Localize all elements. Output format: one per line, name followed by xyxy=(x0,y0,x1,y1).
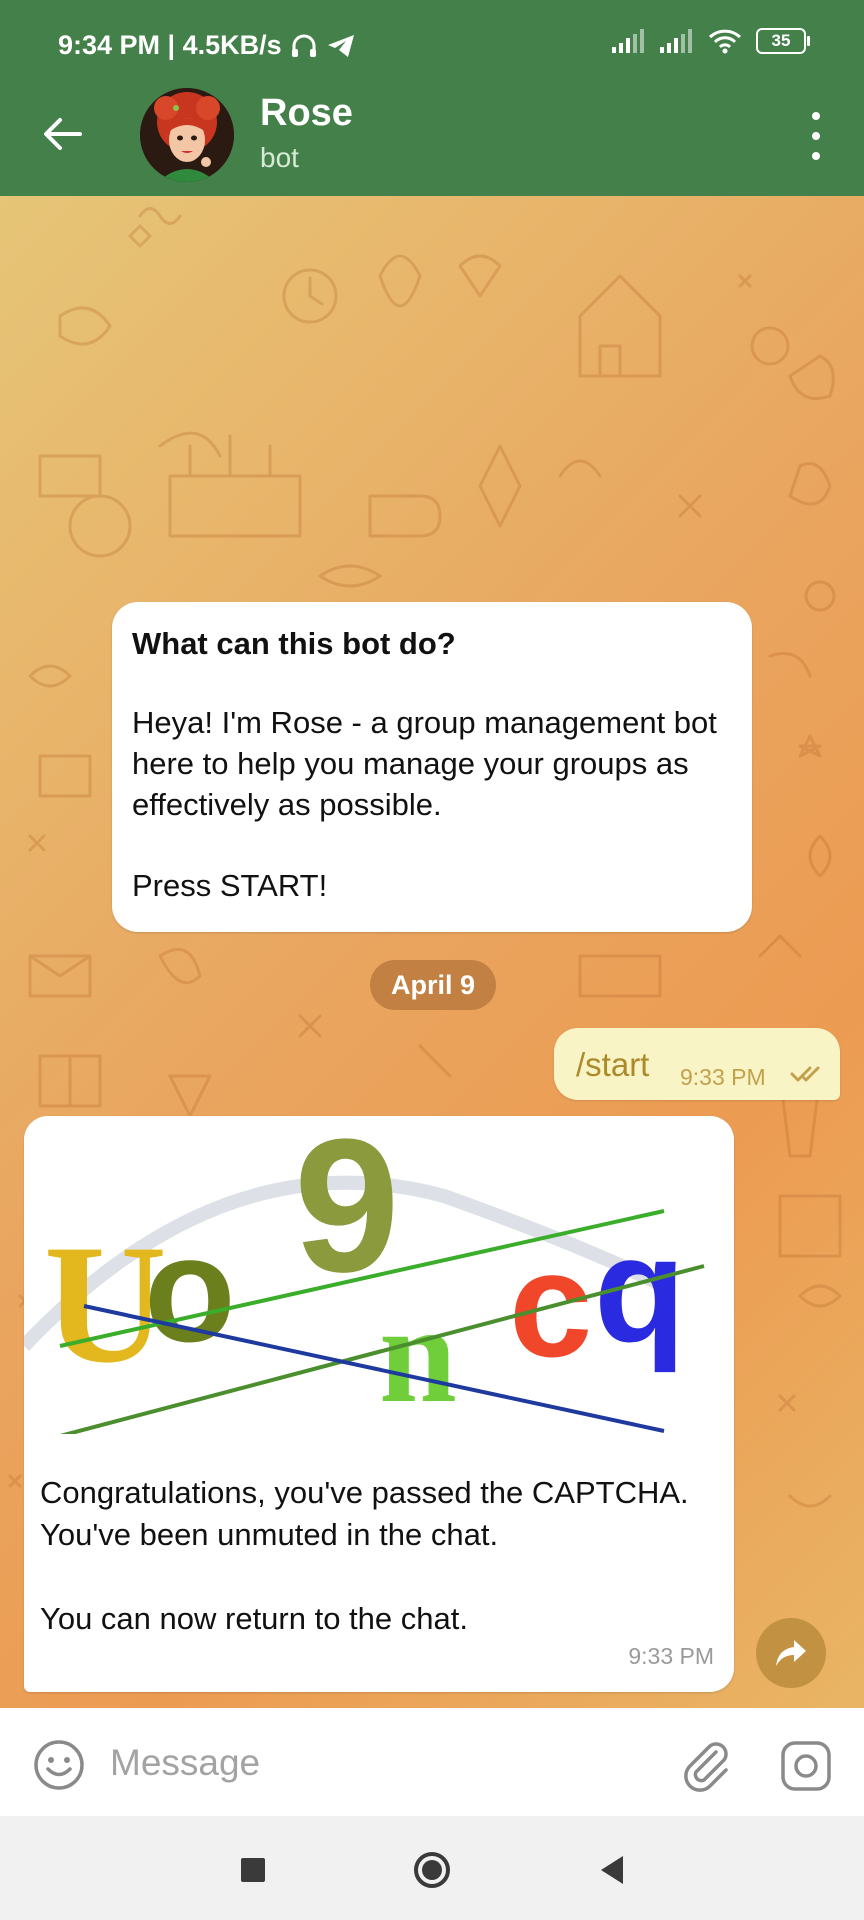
recents-button[interactable] xyxy=(231,1848,275,1892)
bot-info-card: What can this bot do? Heya! I'm Rose - a… xyxy=(112,602,752,932)
circle-icon xyxy=(414,1852,450,1888)
telegram-icon xyxy=(327,34,354,57)
home-button[interactable] xyxy=(410,1848,454,1892)
chat-title[interactable]: Rose xyxy=(260,92,353,135)
system-nav-bar xyxy=(0,1816,864,1920)
dot-icon xyxy=(812,152,820,160)
bot-info-cta: Press START! xyxy=(132,868,328,903)
message-text: You can now return to the chat. xyxy=(40,1601,468,1636)
message-input[interactable] xyxy=(108,1732,652,1794)
incoming-message[interactable]: U o 9 n c q Congratulations, you've pass… xyxy=(24,1116,734,1692)
bot-info-body: Heya! I'm Rose - a group management bot … xyxy=(132,705,717,822)
status-time-speed: 9:34 PM | 4.5KB/s xyxy=(58,30,282,60)
wifi-icon xyxy=(708,29,742,54)
signal-icon-1 xyxy=(612,29,644,53)
camera-icon[interactable] xyxy=(778,1738,834,1794)
captcha-letter: q xyxy=(594,1205,686,1373)
emoji-icon[interactable] xyxy=(32,1738,86,1792)
message-time: 9:33 PM xyxy=(680,1064,766,1090)
status-bar: 9:34 PM | 4.5KB/s 35 xyxy=(0,0,864,90)
arrow-left-icon xyxy=(44,118,82,150)
signal-icon-2 xyxy=(660,29,692,53)
more-options-button[interactable] xyxy=(796,112,836,160)
square-icon xyxy=(241,1858,265,1882)
chat-subtitle: bot xyxy=(260,142,299,173)
avatar[interactable] xyxy=(140,88,234,182)
double-check-icon xyxy=(790,1066,820,1082)
share-button[interactable] xyxy=(756,1618,826,1688)
rose-avatar-image xyxy=(140,88,234,182)
message-composer xyxy=(0,1708,864,1816)
headphones-icon xyxy=(291,34,316,57)
battery-indicator: 35 xyxy=(756,28,810,54)
dot-icon xyxy=(812,132,820,140)
captcha-image[interactable]: U o 9 n c q xyxy=(24,1116,734,1434)
paperclip-icon[interactable] xyxy=(678,1736,734,1792)
captcha-letter: c xyxy=(509,1220,592,1388)
back-button[interactable] xyxy=(36,108,88,160)
bot-info-title: What can this bot do? xyxy=(132,626,456,661)
triangle-back-icon xyxy=(601,1856,623,1884)
app-bar: 9:34 PM | 4.5KB/s 35 Rose bot xyxy=(0,0,864,196)
date-chip: April 9 xyxy=(370,960,496,1010)
share-arrow-icon xyxy=(776,1640,806,1666)
captcha-letter: o xyxy=(144,1205,236,1373)
message-text: Congratulations, you've passed the CAPTC… xyxy=(40,1475,689,1552)
back-nav-button[interactable] xyxy=(590,1848,634,1892)
battery-level: 35 xyxy=(771,31,791,50)
message-text: /start xyxy=(576,1046,650,1083)
captcha-letter: n xyxy=(379,1277,457,1432)
message-time: 9:33 PM xyxy=(628,1643,714,1669)
dot-icon xyxy=(812,112,820,120)
outgoing-message[interactable]: /start 9:33 PM xyxy=(554,1028,840,1100)
